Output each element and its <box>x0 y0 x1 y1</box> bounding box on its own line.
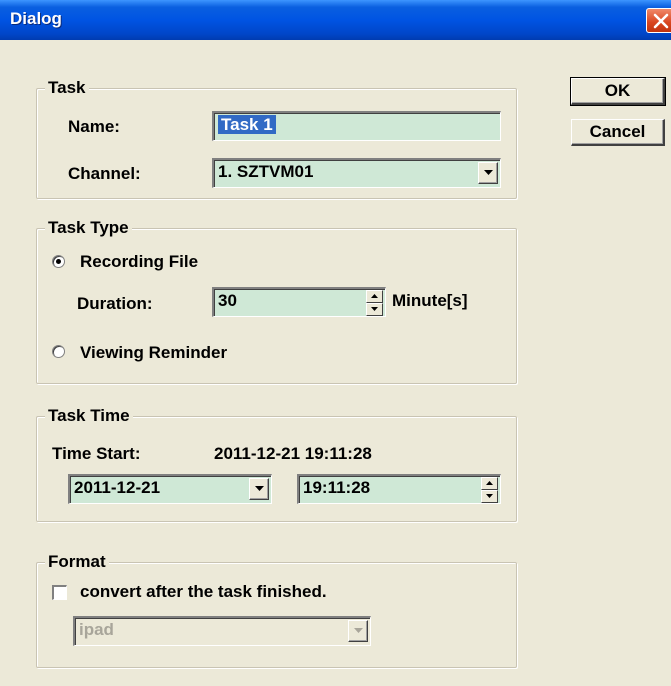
time-start-value: 2011-12-21 19:11:28 <box>214 444 372 463</box>
date-picker[interactable]: 2011-12-21 <box>68 474 272 504</box>
task-legend: Task <box>45 78 89 98</box>
time-input[interactable]: 19:11:28 <box>297 474 501 504</box>
recording-file-label[interactable]: Recording File <box>80 252 198 272</box>
duration-spinner[interactable] <box>366 290 383 316</box>
radio-selected-dot <box>56 259 61 264</box>
task-time-group: Task Time <box>36 406 517 522</box>
time-start-label: Time Start: <box>52 444 141 463</box>
channel-value: 1. SZTVM01 <box>218 162 314 181</box>
arrow-down-icon <box>486 494 493 498</box>
channel-label: Channel: <box>68 164 141 183</box>
window-title: Dialog <box>10 9 62 28</box>
time-spin-up-button[interactable] <box>481 477 498 490</box>
chevron-down-icon <box>255 486 264 491</box>
date-dropdown-button[interactable] <box>249 478 269 500</box>
channel-dropdown-button[interactable] <box>478 162 498 184</box>
task-type-legend: Task Type <box>45 218 132 238</box>
ok-button[interactable]: OK <box>570 77 666 106</box>
close-button[interactable] <box>646 8 671 33</box>
time-spinner[interactable] <box>481 477 498 503</box>
format-group: Format <box>36 552 517 668</box>
arrow-up-icon <box>371 294 378 298</box>
title-bar[interactable]: Dialog <box>0 0 671 40</box>
name-input[interactable]: Task 1 <box>212 111 501 141</box>
format-dropdown-button <box>348 620 368 642</box>
viewing-reminder-radio[interactable] <box>52 345 65 358</box>
name-value: Task 1 <box>218 115 276 134</box>
duration-value: 30 <box>218 291 237 310</box>
duration-input[interactable]: 30 <box>212 287 386 317</box>
duration-label: Duration: <box>77 294 153 313</box>
spin-down-button[interactable] <box>366 303 383 316</box>
close-icon <box>653 13 669 29</box>
channel-select[interactable]: 1. SZTVM01 <box>212 158 501 188</box>
arrow-down-icon <box>371 307 378 311</box>
duration-unit: Minute[s] <box>392 291 468 310</box>
cancel-button[interactable]: Cancel <box>571 119 665 146</box>
dialog-window: Dialog OK Cancel Task Name: Task 1 Chann… <box>0 0 671 686</box>
chevron-down-icon <box>484 170 493 175</box>
task-time-legend: Task Time <box>45 406 133 426</box>
time-value: 19:11:28 <box>303 478 371 497</box>
name-label: Name: <box>68 117 120 136</box>
convert-checkbox[interactable] <box>52 585 67 600</box>
format-select: ipad <box>73 616 371 646</box>
format-value: ipad <box>79 620 114 639</box>
convert-label[interactable]: convert after the task finished. <box>80 582 327 602</box>
date-value: 2011-12-21 <box>74 478 161 497</box>
chevron-down-icon <box>354 628 363 633</box>
viewing-reminder-label[interactable]: Viewing Reminder <box>80 343 227 363</box>
recording-file-radio[interactable] <box>52 255 65 268</box>
dialog-body: OK Cancel Task Name: Task 1 Channel: 1. … <box>0 40 671 686</box>
format-legend: Format <box>45 552 109 572</box>
arrow-up-icon <box>486 481 493 485</box>
time-spin-down-button[interactable] <box>481 490 498 503</box>
spin-up-button[interactable] <box>366 290 383 303</box>
